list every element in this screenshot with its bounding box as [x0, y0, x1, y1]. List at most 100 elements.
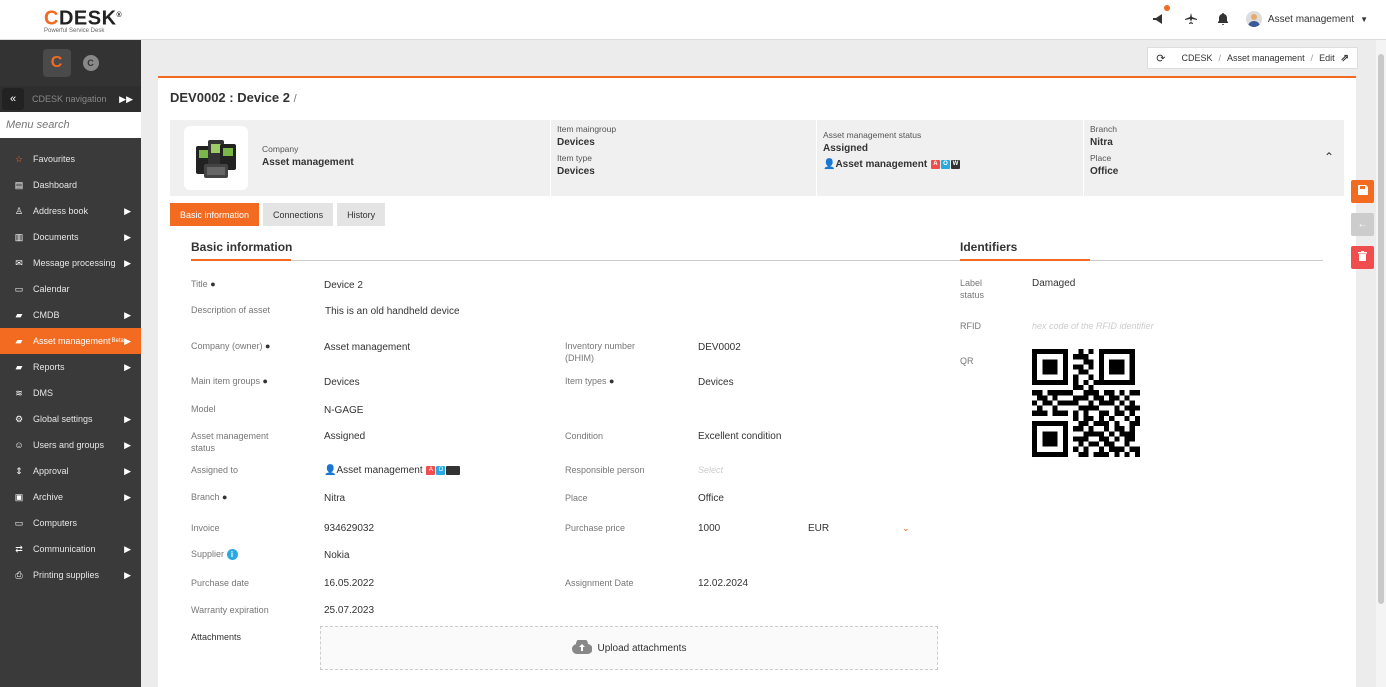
sidebar-item-dashboard[interactable]: ▤ Dashboard	[0, 172, 141, 198]
scrollbar-thumb[interactable]	[1378, 54, 1384, 604]
info-icon[interactable]: i	[226, 549, 238, 560]
action-buttons: ←	[1351, 180, 1374, 269]
page-scrollbar[interactable]	[1376, 40, 1386, 687]
sidebar-item-computers[interactable]: ▭ Computers	[0, 510, 141, 536]
summary-branch-value: Nitra	[1090, 137, 1113, 148]
folder-icon: ▰	[15, 335, 23, 346]
currency-select[interactable]: EUR	[808, 523, 829, 534]
cdesk-circle-icon[interactable]: C	[82, 55, 99, 71]
collapse-summary-icon[interactable]: ⌃	[1324, 150, 1334, 164]
rfid-input[interactable]: hex code of the RFID identifier	[1032, 321, 1154, 331]
sidebar-item-cmdb[interactable]: ▰ CMDB ▶	[0, 302, 141, 328]
description-field[interactable]: This is an old handheld device	[325, 306, 460, 317]
sidebar-header: C C	[0, 40, 141, 86]
purchase-price-label: Purchase price	[565, 523, 626, 533]
chevron-right-icon: ▶	[124, 569, 131, 580]
qr-code-image	[1032, 349, 1140, 460]
assignment-date-label: Assignment Date	[565, 578, 634, 588]
asset-status-field[interactable]: Assigned	[324, 431, 365, 442]
sidebar-item-address-book[interactable]: ♙ Address book ▶	[0, 198, 141, 224]
sidebar-item-favourites[interactable]: ☆ Favourites	[0, 146, 141, 172]
sidebar-item-label: CMDB	[33, 310, 60, 320]
tab-basic-information[interactable]: Basic information	[170, 203, 260, 226]
inventory-number-field[interactable]: DEV0002	[698, 342, 741, 353]
sidebar-item-approval[interactable]: ⇕ Approval ▶	[0, 458, 141, 484]
qr-label: QR	[960, 356, 974, 366]
sidebar-item-message-processing[interactable]: ✉ Message processing ▶	[0, 250, 141, 276]
assigned-to-label: Assigned to	[191, 465, 239, 475]
sidebar-item-global-settings[interactable]: ⚙ Global settings ▶	[0, 406, 141, 432]
assigned-to-field[interactable]: 👤Asset management AO	[324, 465, 461, 476]
refresh-icon[interactable]: ⟳	[1156, 52, 1165, 65]
tab-connections[interactable]: Connections	[263, 203, 334, 226]
tab-history[interactable]: History	[337, 203, 386, 226]
arrow-left-icon: ←	[1357, 219, 1368, 230]
forward-icon[interactable]: ▶▶	[119, 94, 133, 105]
place-field[interactable]: Office	[698, 493, 724, 504]
upload-attachments-dropzone[interactable]: Upload attachments	[320, 626, 938, 670]
rfid-label: RFID	[960, 321, 981, 331]
sidebar-item-users-and-groups[interactable]: ☺ Users and groups ▶	[0, 432, 141, 458]
basic-information-title: Basic information	[191, 240, 293, 254]
item-types-field[interactable]: Devices	[698, 377, 734, 388]
summary-place-value: Office	[1090, 166, 1119, 177]
cdesk-c-logo-icon[interactable]: C	[42, 49, 71, 77]
responsible-person-select[interactable]: Select	[698, 465, 723, 475]
branch-field[interactable]: Nitra	[324, 493, 345, 504]
trash-icon	[1358, 251, 1367, 264]
assignment-date-field[interactable]: 12.02.2024	[698, 578, 748, 589]
company-owner-field[interactable]: Asset management	[324, 342, 410, 353]
sidebar-item-archive[interactable]: ▣ Archive ▶	[0, 484, 141, 510]
invoice-label: Invoice	[191, 523, 220, 533]
external-link-icon[interactable]: ⇗	[1341, 53, 1349, 64]
title-label: Title ●	[191, 279, 216, 289]
supplier-field[interactable]: Nokia	[324, 550, 350, 561]
label-status-field[interactable]: Damaged	[1032, 278, 1075, 289]
purchase-date-field[interactable]: 16.05.2022	[324, 578, 374, 589]
airplane-icon[interactable]	[1182, 10, 1200, 28]
user-menu[interactable]: Asset management ▼	[1245, 11, 1368, 27]
sidebar-item-reports[interactable]: ▰ Reports ▶	[0, 354, 141, 380]
warranty-field[interactable]: 25.07.2023	[324, 605, 374, 616]
main-area: ⟳ CDESK / Asset management / Edit ⇗ DEV000…	[141, 40, 1386, 687]
model-field[interactable]: N-GAGE	[324, 405, 363, 416]
title-field[interactable]: Device 2	[324, 280, 363, 291]
purchase-price-field[interactable]: 1000	[698, 523, 720, 534]
folder-icon: ▰	[15, 361, 23, 372]
chevron-right-icon: ▶	[124, 543, 131, 554]
cdesk-logo[interactable]: CDESK® Powerful Service Desk	[44, 6, 122, 34]
devices-image-icon	[184, 126, 248, 190]
sidebar-item-label: Communication	[33, 544, 96, 554]
summary-assignee[interactable]: 👤Asset management AOW	[823, 159, 1077, 170]
sidebar-item-asset-management[interactable]: ▰ Asset management Beta ▶	[0, 328, 141, 354]
badge-a: A	[930, 159, 940, 169]
sidebar-item-communication[interactable]: ⇄ Communication ▶	[0, 536, 141, 562]
save-button[interactable]	[1351, 180, 1374, 203]
menu-search-input[interactable]	[0, 112, 141, 138]
summary-maingroup-value: Devices	[557, 137, 595, 148]
navigation-label: CDESK navigation	[32, 94, 107, 104]
sidebar-item-calendar[interactable]: ▭ Calendar	[0, 276, 141, 302]
main-item-groups-field[interactable]: Devices	[324, 377, 360, 388]
invoice-field[interactable]: 934629032	[324, 523, 374, 534]
back-button[interactable]: ←	[1351, 213, 1374, 236]
breadcrumb-root[interactable]: CDESK	[1182, 53, 1213, 63]
sidebar-item-printing-supplies[interactable]: ⎙ Printing supplies ▶	[0, 562, 141, 588]
badge-dark	[446, 465, 461, 475]
top-bar: CDESK® Powerful Service Desk Asset manag…	[0, 0, 1386, 40]
delete-button[interactable]	[1351, 246, 1374, 269]
summary-company-label: Company	[262, 143, 299, 154]
cloud-upload-icon	[571, 637, 593, 657]
page-title: DEV0002 : Device 2 /	[170, 90, 297, 105]
condition-field[interactable]: Excellent condition	[698, 431, 781, 442]
books-icon: ▥	[14, 231, 24, 242]
bell-icon[interactable]	[1214, 10, 1232, 28]
sidebar-item-documents[interactable]: ▥ Documents ▶	[0, 224, 141, 250]
model-label: Model	[191, 404, 216, 414]
sidebar-item-dms[interactable]: ≋ DMS	[0, 380, 141, 406]
megaphone-icon[interactable]	[1150, 5, 1170, 28]
collapse-sidebar-icon[interactable]: «	[2, 88, 24, 110]
breadcrumb-section[interactable]: Asset management	[1227, 53, 1305, 63]
avatar	[1245, 11, 1262, 27]
chevron-down-icon[interactable]: ⌄	[902, 523, 910, 534]
